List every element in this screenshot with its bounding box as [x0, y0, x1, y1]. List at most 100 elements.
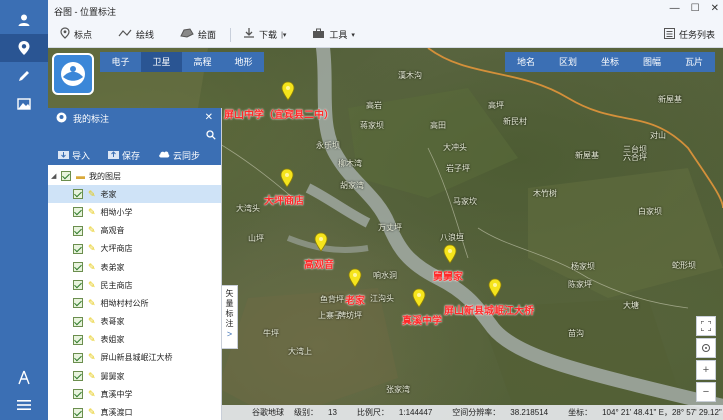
list-item[interactable]: ✎ 大坪商店 — [48, 240, 221, 258]
zoom-out-button[interactable]: − — [696, 382, 716, 402]
map-label: 响水洞 — [373, 271, 397, 280]
checkbox[interactable] — [73, 189, 83, 200]
list-item[interactable]: ✎ 表哥家 — [48, 313, 221, 331]
checkbox[interactable] — [73, 280, 83, 291]
fullscreen-icon[interactable] — [696, 316, 716, 336]
list-item[interactable]: ✎ 相坳村村公所 — [48, 294, 221, 312]
tab-coordinates[interactable]: 坐标 — [589, 52, 631, 72]
map-pin-icon[interactable] — [412, 288, 426, 308]
task-list-button[interactable]: 任务列表 — [663, 28, 715, 41]
map-label: 柳木湾 — [338, 159, 362, 168]
checkbox[interactable] — [73, 298, 83, 309]
tab-place-names[interactable]: 地名 — [505, 52, 547, 72]
list-item[interactable]: ✎ 表弟家 — [48, 258, 221, 276]
cloud-sync-button[interactable]: 云同步 — [158, 149, 200, 162]
user-icon[interactable] — [0, 6, 48, 34]
panel-search[interactable] — [48, 128, 221, 145]
layer-tree: ◢ ▬ 我的图层 ✎ 老家 ✎ 相坳小学 ✎ 高观音 ✎ 大坪商店 ✎ 表弟家 ✎ 民主商店… — [48, 165, 221, 420]
marker-label[interactable]: 屏山中学（宜宾县二中） — [224, 106, 334, 121]
marker-label[interactable]: 老家 — [345, 292, 365, 307]
zoom-in-button[interactable]: + — [696, 360, 716, 380]
expand-arrow-icon[interactable]: ◢ — [51, 172, 61, 180]
tab-divisions[interactable]: 区划 — [547, 52, 589, 72]
map-pin-icon[interactable] — [314, 232, 328, 252]
tree-root[interactable]: ◢ ▬ 我的图层 — [48, 167, 221, 185]
map-type-tabs: 电子 卫星 高程 地形 — [100, 52, 264, 72]
panel-title: 我的标注 — [73, 113, 110, 124]
pen-tool-icon[interactable] — [0, 364, 48, 392]
checkbox[interactable] — [73, 352, 83, 363]
list-item[interactable]: ✎ 高观音 — [48, 222, 221, 240]
marker-label[interactable]: 高观音 — [304, 256, 334, 271]
map-pin-icon[interactable] — [488, 278, 502, 298]
list-item[interactable]: ✎ 相坳小学 — [48, 203, 221, 221]
menu-icon[interactable] — [0, 391, 48, 419]
close-icon[interactable]: ✕ — [711, 3, 719, 14]
checkbox[interactable] — [73, 262, 83, 273]
checkbox[interactable] — [73, 207, 83, 218]
list-item[interactable]: ✎ 老家 — [48, 185, 221, 204]
chevron-down-icon[interactable]: |▾ — [281, 31, 286, 39]
vector-annotation-tab[interactable]: 矢 量 标 注 > — [222, 285, 238, 349]
checkbox[interactable] — [61, 171, 71, 182]
map-label: 高坪 — [488, 101, 504, 110]
tab-elevation[interactable]: 高程 — [182, 52, 223, 72]
download-button[interactable]: 下载 |▾ — [243, 27, 286, 42]
checkbox[interactable] — [73, 316, 83, 327]
tools-button[interactable]: 工具 ▾ — [312, 28, 355, 42]
checkbox[interactable] — [73, 389, 83, 400]
tab-electronic[interactable]: 电子 — [100, 52, 141, 72]
map-pin-icon[interactable] — [281, 81, 295, 101]
save-button[interactable]: 保存 — [108, 149, 140, 162]
pencil-icon[interactable] — [0, 62, 48, 90]
draw-line-button[interactable]: 绘线 — [118, 28, 154, 41]
marker-label[interactable]: 大坪商店 — [264, 192, 304, 207]
map-label: 新屋基 — [658, 95, 682, 104]
window-title: 谷图 - 位置标注 — [54, 6, 116, 17]
map-pin-icon[interactable] — [280, 168, 294, 188]
map-pin-icon[interactable] — [443, 244, 457, 264]
search-icon[interactable] — [206, 130, 216, 143]
annotation-panel: 我的标注 ✕ 导入 保存 云同步 ◢ ▬ 我的图层 ✎ 老家 ✎ 相坳小学 ✎ … — [48, 108, 222, 420]
tab-satellite[interactable]: 卫星 — [141, 52, 182, 72]
list-item[interactable]: ✎ 真溪中学 — [48, 385, 221, 403]
close-icon[interactable]: ✕ — [205, 112, 213, 123]
place-point-button[interactable]: 标点 — [60, 27, 92, 42]
checkbox[interactable] — [73, 243, 83, 254]
import-icon — [58, 150, 69, 161]
minimize-icon[interactable]: — — [670, 3, 680, 14]
map-label: 江沟头 — [370, 294, 394, 303]
list-item[interactable]: ✎ 屏山新县城岷江大桥 — [48, 349, 221, 367]
list-item[interactable]: ✎ 表姐家 — [48, 331, 221, 349]
app-window: 谷图 - 位置标注 — ☐ ✕ 标点 绘线 绘面 下载 |▾ 工具 ▾ 任务列表… — [0, 0, 723, 420]
checkbox[interactable] — [73, 407, 83, 418]
map-label: 八浪垣 — [440, 233, 464, 242]
map-label: 鱼背坪 — [320, 295, 344, 304]
marker-label[interactable]: 真溪中学 — [402, 312, 442, 327]
list-item[interactable]: ✎ 舅舅家 — [48, 367, 221, 385]
map-label: 漢木沟 — [398, 71, 422, 80]
locate-icon[interactable] — [696, 338, 716, 358]
import-button[interactable]: 导入 — [58, 149, 90, 162]
list-item[interactable]: ✎ 真溪渡口 — [48, 403, 221, 420]
map-label: 马家坎 — [453, 197, 477, 206]
marker-label[interactable]: 屏山新县城岷江大桥 — [444, 302, 534, 317]
location-rail-icon[interactable] — [0, 34, 48, 62]
checkbox[interactable] — [73, 334, 83, 345]
map-pin-icon[interactable] — [348, 268, 362, 288]
tab-map-sheets[interactable]: 图幅 — [631, 52, 673, 72]
spatial-resolution: 空间分辨率： 38.218514 — [452, 408, 549, 417]
map-label: 杨家坝 — [571, 262, 595, 271]
list-item[interactable]: ✎ 民主商店 — [48, 276, 221, 294]
checkbox[interactable] — [73, 225, 83, 236]
map-label: 新民村 — [503, 117, 527, 126]
draw-polygon-button[interactable]: 绘面 — [180, 28, 216, 41]
folder-icon: ▬ — [76, 171, 85, 182]
marker-label[interactable]: 舅舅家 — [433, 268, 463, 283]
checkbox[interactable] — [73, 371, 83, 382]
maximize-icon[interactable]: ☐ — [691, 3, 700, 14]
image-icon[interactable] — [0, 90, 48, 118]
map-label: 牛坪 — [263, 329, 279, 338]
tab-tiles[interactable]: 瓦片 — [673, 52, 715, 72]
tab-terrain[interactable]: 地形 — [223, 52, 264, 72]
